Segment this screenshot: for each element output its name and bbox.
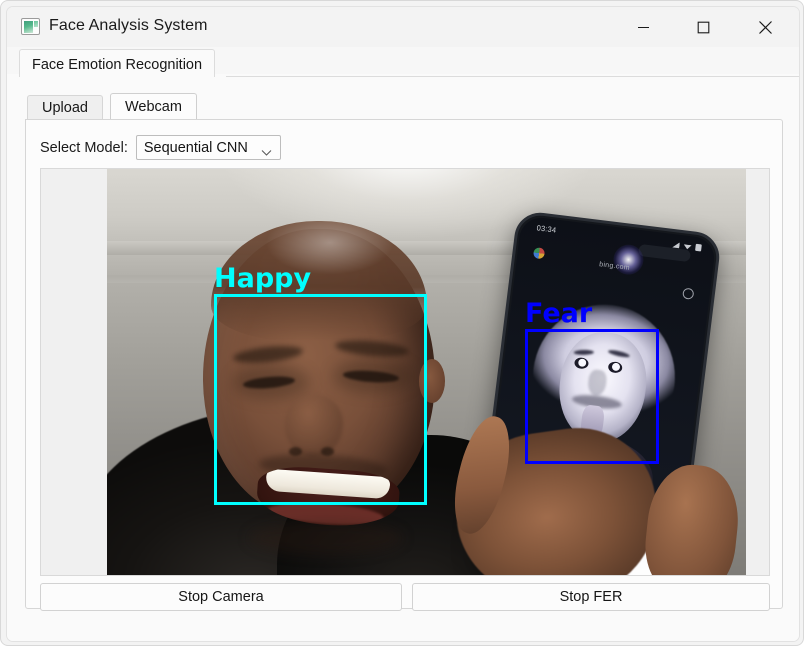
minimize-button[interactable] [620, 7, 666, 47]
window-inner-frame: Face Analysis System Face Emotion Recogn… [6, 6, 800, 642]
wifi-icon [683, 243, 692, 250]
webcam-panel: Select Model: Sequential CNN 03:34 bing.… [25, 119, 783, 611]
tab-content-panel: Upload Webcam Select Model: Sequential C… [7, 77, 799, 641]
stop-camera-button[interactable]: Stop Camera [40, 583, 402, 611]
model-selector-row: Select Model: Sequential CNN [40, 135, 281, 160]
close-button[interactable] [742, 7, 788, 47]
detection-label-happy: Happy [214, 263, 312, 294]
battery-icon [695, 243, 702, 252]
outer-tab-bar: Face Emotion Recognition [7, 47, 799, 77]
inner-tab-bar: Upload Webcam [25, 93, 783, 120]
minimize-icon [637, 26, 649, 28]
chevron-down-icon [261, 144, 272, 162]
app-image-icon [21, 18, 40, 35]
webcam-video-feed: 03:34 bing.com Happy Fear [107, 169, 746, 575]
detection-label-fear: Fear [525, 298, 593, 329]
reload-icon [682, 287, 695, 300]
tab-webcam[interactable]: Webcam [110, 93, 197, 120]
detection-box-fear [525, 329, 659, 464]
window-title: Face Analysis System [49, 17, 208, 34]
app-window: Face Analysis System Face Emotion Recogn… [0, 0, 804, 646]
tab-face-emotion-recognition[interactable]: Face Emotion Recognition [19, 49, 216, 77]
maximize-icon [697, 21, 709, 33]
signal-icon [672, 241, 680, 248]
title-bar[interactable]: Face Analysis System [7, 7, 799, 47]
phone-status-time: 03:34 [536, 223, 557, 235]
tab-upload[interactable]: Upload [27, 95, 103, 120]
model-select-value: Sequential CNN [143, 139, 248, 156]
model-select-dropdown[interactable]: Sequential CNN [135, 135, 281, 162]
google-icon [532, 247, 546, 260]
select-model-label: Select Model: [40, 139, 128, 156]
maximize-button[interactable] [680, 7, 726, 47]
detection-box-happy [214, 294, 427, 505]
video-display-frame: 03:34 bing.com Happy Fear [40, 168, 770, 576]
close-icon [758, 20, 772, 34]
stop-fer-button[interactable]: Stop FER [412, 583, 770, 611]
